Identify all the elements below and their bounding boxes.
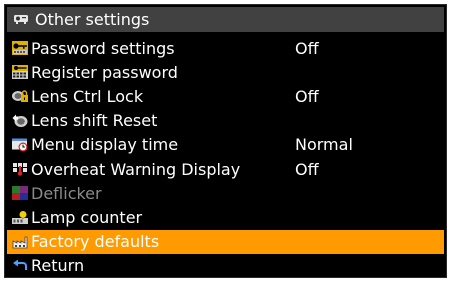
menu-item-label: Overheat Warning Display	[31, 159, 241, 179]
menu-item-value: Off	[295, 86, 319, 106]
menu-item-label: Lamp counter	[31, 207, 143, 227]
menu-item-label: Register password	[31, 62, 178, 82]
menu-item-factory-defaults[interactable]: Factory defaults	[7, 229, 444, 254]
menu-item-lamp-counter[interactable]: Lamp counter	[7, 205, 444, 229]
lens-lock-icon	[12, 89, 28, 103]
menu-item-label: Factory defaults	[31, 232, 160, 252]
lens-shift-icon	[12, 114, 28, 128]
menu-item-deflicker[interactable]: Deflicker	[7, 181, 444, 205]
menu-item-overheat-warning-display[interactable]: Overheat Warning Display Off	[7, 157, 444, 181]
lamp-icon	[12, 210, 28, 225]
menu-item-value: Normal	[295, 135, 353, 155]
menu-header: Other settings	[7, 7, 444, 32]
menu-item-value: Off	[295, 38, 319, 58]
menu-item-label: Password settings	[31, 38, 175, 58]
menu-item-return[interactable]: Return	[7, 254, 444, 278]
menu-item-label: Deflicker	[31, 183, 102, 203]
menu-title: Other settings	[35, 10, 150, 29]
menu-item-label: Return	[31, 256, 85, 276]
menu-list: Password settings Off Register password …	[7, 36, 444, 278]
menu-item-menu-display-time[interactable]: Menu display time Normal	[7, 133, 444, 157]
osd-menu: Other settings Password settings Off Reg…	[4, 4, 447, 278]
clock-icon	[12, 138, 28, 152]
menu-item-register-password[interactable]: Register password	[7, 60, 444, 84]
key-icon	[12, 41, 28, 56]
key-keypad-icon	[12, 65, 28, 80]
thermometer-icon	[12, 162, 28, 176]
factory-icon	[12, 235, 28, 249]
color-blocks-icon	[12, 186, 28, 201]
menu-item-lens-shift-reset[interactable]: Lens shift Reset	[7, 109, 444, 133]
menu-item-password-settings[interactable]: Password settings Off	[7, 36, 444, 60]
return-arrow-icon	[12, 259, 28, 273]
menu-item-label: Lens Ctrl Lock	[31, 86, 144, 106]
menu-item-label: Lens shift Reset	[31, 111, 158, 131]
menu-item-lens-ctrl-lock[interactable]: Lens Ctrl Lock Off	[7, 84, 444, 108]
menu-item-value: Off	[295, 159, 319, 179]
menu-item-label: Menu display time	[31, 135, 179, 155]
projector-icon	[13, 13, 29, 26]
